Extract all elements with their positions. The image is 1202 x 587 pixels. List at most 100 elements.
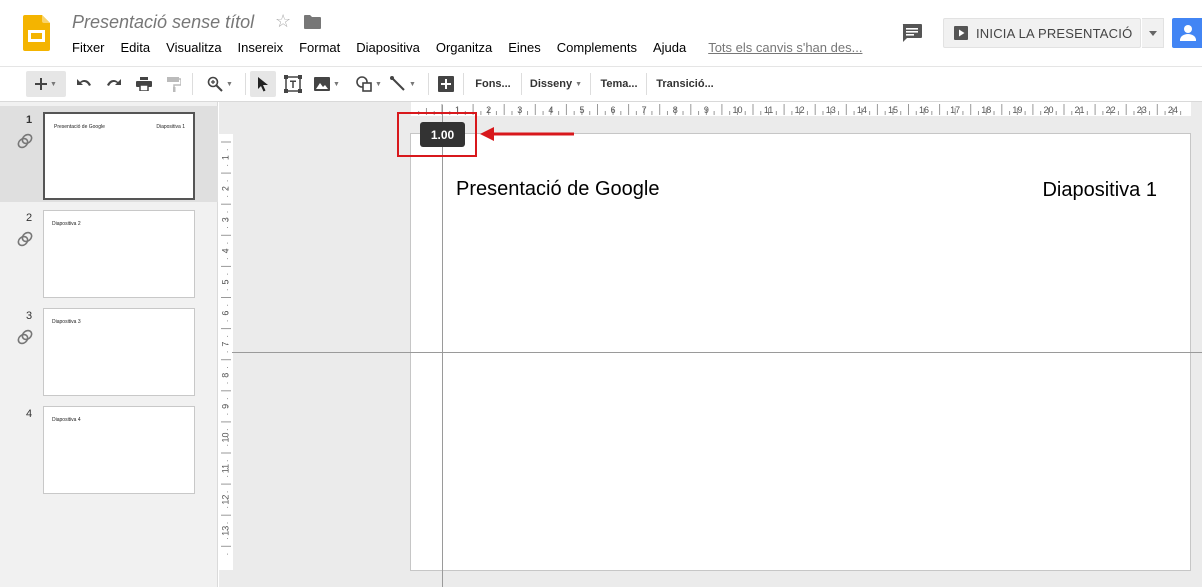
ruler-label: 7 <box>642 105 647 115</box>
filmstrip-slide-4[interactable]: 4 Diapositiva 4 <box>0 400 218 496</box>
ruler-label: 1 <box>220 155 230 160</box>
printer-icon <box>136 77 152 91</box>
link-icon <box>17 231 33 247</box>
ruler-label: 11 <box>220 464 230 473</box>
ruler-label: 6 <box>611 105 616 115</box>
ruler-label: 5 <box>579 105 584 115</box>
ruler-label: 24 <box>1168 105 1178 115</box>
toolbar-divider <box>590 73 591 95</box>
start-presentation-button[interactable]: INICIA LA PRESENTACIÓ <box>943 18 1141 48</box>
ruler-label: 20 <box>1043 105 1053 115</box>
new-slide-button[interactable]: ▼ <box>26 71 66 97</box>
filmstrip-slide-3[interactable]: 3 Diapositiva 3 <box>0 302 218 398</box>
slide-number: 1 <box>25 114 33 126</box>
toolbar-divider <box>463 73 464 95</box>
person-icon <box>1180 25 1196 41</box>
print-button[interactable] <box>132 71 156 97</box>
ruler-label: 17 <box>950 105 960 115</box>
theme-label: Tema... <box>600 78 638 90</box>
ruler-label: 10 <box>732 105 742 115</box>
filmstrip-slide-2[interactable]: 2 Diapositiva 2 <box>0 204 218 300</box>
ruler-label: 15 <box>888 105 898 115</box>
ruler-label: 11 <box>764 105 773 115</box>
menu-help[interactable]: Ajuda <box>645 39 694 57</box>
background-label: Fons... <box>475 78 511 90</box>
document-title[interactable]: Presentació sense títol <box>72 12 254 33</box>
comments-icon[interactable] <box>902 24 922 42</box>
undo-button[interactable] <box>72 71 96 97</box>
menu-view[interactable]: Visualitza <box>158 39 229 57</box>
slide-thumbnail: Diapositiva 2 <box>43 210 195 298</box>
image-icon <box>314 77 331 91</box>
redo-icon <box>107 79 121 86</box>
ruler-label: 21 <box>1075 105 1085 115</box>
slide-title-text[interactable]: Presentació de Google <box>456 178 659 201</box>
horizontal-guide-line[interactable] <box>232 352 1202 353</box>
menu-file[interactable]: Fitxer <box>64 39 113 57</box>
chevron-down-icon: ▼ <box>375 80 382 88</box>
line-button[interactable]: ▼ <box>384 71 422 97</box>
toolbar-divider <box>521 73 522 95</box>
ruler-label: 7 <box>220 342 230 347</box>
ruler-label: 4 <box>548 105 553 115</box>
save-status-link[interactable]: Tots els canvis s'han des... <box>694 39 862 57</box>
ruler-label: 2 <box>486 105 491 115</box>
ruler-label: 4 <box>220 248 230 253</box>
cursor-icon <box>257 76 268 91</box>
start-presentation-label: INICIA LA PRESENTACIÓ <box>976 25 1133 41</box>
add-comment-icon <box>438 76 454 92</box>
redo-button[interactable] <box>102 71 126 97</box>
ruler-label: 12 <box>220 495 230 505</box>
chevron-down-icon: ▼ <box>333 80 340 88</box>
thumbnail-subtitle: Diapositiva 1 <box>156 124 185 130</box>
toolbar-divider <box>428 73 429 95</box>
main-toolbar: ▼ ▼ ▼ ▼ ▼ Fons... Disseny ▼ Tema... Tran… <box>0 66 1202 102</box>
slide-number: 4 <box>25 408 33 420</box>
layout-label: Disseny <box>529 78 573 90</box>
thumbnail-title: Presentació de Google <box>54 124 105 130</box>
ruler-label: 13 <box>826 105 836 115</box>
shape-button[interactable]: ▼ <box>351 71 387 97</box>
paint-format-button[interactable] <box>162 71 186 97</box>
menu-slide[interactable]: Diapositiva <box>348 39 428 57</box>
menu-edit[interactable]: Edita <box>113 39 159 57</box>
ruler-label: 2 <box>220 186 230 191</box>
toolbar-divider <box>192 73 193 95</box>
toolbar-divider <box>245 73 246 95</box>
menu-tools[interactable]: Eines <box>500 39 549 57</box>
annotation-highlight-box <box>397 112 477 157</box>
app-header: Presentació sense títol ☆ Fitxer Edita V… <box>0 0 1202 66</box>
menu-insert[interactable]: Insereix <box>230 39 292 57</box>
folder-icon[interactable] <box>304 15 321 29</box>
background-button[interactable]: Fons... <box>468 71 518 97</box>
add-comment-button[interactable] <box>434 71 458 97</box>
select-tool-button[interactable] <box>250 71 276 97</box>
ruler-label: 18 <box>981 105 991 115</box>
theme-button[interactable]: Tema... <box>596 71 642 97</box>
filmstrip-slide-1[interactable]: 1 Presentació de Google Diapositiva 1 <box>0 106 218 202</box>
link-icon <box>17 133 33 149</box>
slide-subtitle-text[interactable]: Diapositiva 1 <box>1042 179 1157 202</box>
toolbar-divider <box>646 73 647 95</box>
star-icon[interactable]: ☆ <box>275 11 291 32</box>
insert-image-button[interactable]: ▼ <box>309 71 345 97</box>
menu-format[interactable]: Format <box>291 39 348 57</box>
text-box-icon <box>284 75 302 93</box>
ruler-label: 14 <box>857 105 867 115</box>
slide-filmstrip: 1 Presentació de Google Diapositiva 1 2 … <box>0 102 218 587</box>
ruler-label: 3 <box>517 105 522 115</box>
layout-button[interactable]: Disseny ▼ <box>526 71 586 97</box>
text-box-button[interactable] <box>281 71 305 97</box>
zoom-button[interactable]: ▼ <box>200 71 240 97</box>
menu-addons[interactable]: Complements <box>549 39 645 57</box>
horizontal-ruler[interactable]: 1 2 3 4 5 6 7 8 9 10 11 12 13 14 15 16 17 18 19 20 21 22 23 24 <box>411 102 1191 116</box>
vertical-guide-line[interactable] <box>442 105 443 587</box>
vertical-ruler[interactable]: 12345678910111213 <box>219 134 233 570</box>
share-button[interactable] <box>1172 18 1202 48</box>
transition-button[interactable]: Transició... <box>652 71 718 97</box>
presentation-options-dropdown[interactable] <box>1142 18 1164 48</box>
slides-logo-icon[interactable] <box>23 15 50 51</box>
ruler-label: 6 <box>220 311 230 316</box>
chevron-down-icon: ▼ <box>226 80 233 88</box>
menu-arrange[interactable]: Organitza <box>428 39 500 57</box>
